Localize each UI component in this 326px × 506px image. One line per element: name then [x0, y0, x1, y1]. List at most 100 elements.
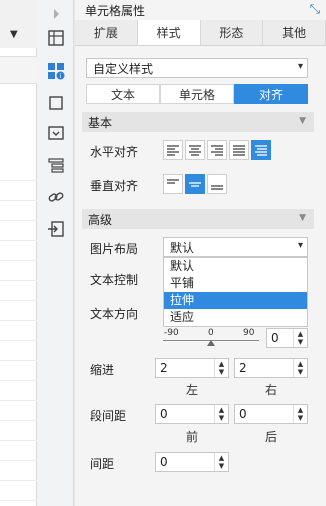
text-direction-label: 文本方向 — [90, 307, 139, 321]
valign-top-button[interactable] — [163, 174, 183, 194]
h-align-label: 水平对齐 — [90, 145, 139, 159]
v-align-buttons — [163, 174, 229, 194]
image-layout-value: 默认 — [170, 240, 195, 255]
stepper-arrows-icon[interactable]: ▲ ▼ — [293, 359, 307, 377]
tab-style[interactable]: 样式 — [137, 20, 201, 45]
property-icon-rail: i — [37, 0, 74, 506]
indent-left-value: 2 — [160, 361, 168, 375]
image-layout-dropdown: 默认 平铺 拉伸 适应 — [163, 257, 308, 327]
align-distributed-button[interactable] — [251, 140, 271, 160]
grid-line — [0, 400, 37, 401]
panel-tabs: 扩展 样式 形态 其他 — [75, 20, 326, 46]
text-control-label: 文本控制 — [90, 273, 139, 287]
chevron-down-icon: ▾ — [297, 240, 303, 251]
grid-line — [0, 180, 37, 181]
grid-line — [0, 460, 37, 461]
dropdown-option[interactable]: 默认 — [164, 258, 307, 275]
collapse-icon: ▼ — [299, 213, 306, 223]
grid-line — [0, 500, 37, 501]
collapse-arrow-icon[interactable] — [45, 3, 67, 25]
grid-line — [0, 260, 37, 261]
rotation-value: 0 — [271, 331, 279, 345]
pin-icon[interactable]: ⤡ — [310, 2, 320, 17]
para-after-caption: 后 — [265, 430, 278, 444]
para-before-stepper[interactable]: 0 ▲ ▼ — [155, 404, 229, 424]
rotation-tick-min: -90 — [164, 328, 179, 338]
spacing-stepper[interactable]: 0 ▲ ▼ — [155, 452, 229, 472]
align-justify-button[interactable] — [229, 140, 249, 160]
align-left-button[interactable] — [163, 140, 183, 160]
grid-line — [0, 340, 37, 341]
grid-line — [0, 380, 37, 381]
grid-line — [0, 240, 37, 241]
stepper-arrows-icon[interactable]: ▲ ▼ — [293, 405, 307, 423]
para-after-value: 0 — [239, 407, 247, 421]
stepper-arrows-icon[interactable]: ▲ ▼ — [293, 329, 307, 347]
subtab-text[interactable]: 文本 — [86, 84, 160, 104]
indent-left-stepper[interactable]: 2 ▲ ▼ — [155, 358, 229, 378]
dropdown-option[interactable]: 平铺 — [164, 275, 307, 292]
chevron-down-icon: ▾ — [297, 61, 303, 72]
style-select[interactable]: 自定义样式 ▾ — [86, 58, 308, 78]
h-align-buttons — [163, 140, 273, 160]
stepper-arrows-icon[interactable]: ▲ ▼ — [214, 405, 228, 423]
image-layout-label: 图片布局 — [90, 242, 139, 256]
dropdown-option[interactable]: 适应 — [164, 309, 307, 326]
spacing-label: 间距 — [90, 457, 115, 471]
para-after-stepper[interactable]: 0 ▲ ▼ — [234, 404, 308, 424]
widget-icon[interactable] — [45, 122, 67, 144]
v-align-label: 垂直对齐 — [90, 179, 139, 193]
subtab-cell[interactable]: 单元格 — [160, 84, 234, 104]
grid-line — [0, 440, 37, 441]
condition-icon[interactable] — [45, 154, 67, 176]
grid-line — [0, 220, 37, 221]
tab-extend[interactable]: 扩展 — [75, 20, 138, 45]
valign-middle-button[interactable] — [185, 174, 205, 194]
tab-form[interactable]: 形态 — [200, 20, 264, 45]
cell-attribute-icon[interactable]: i — [45, 60, 67, 82]
basic-section-title: 基本 — [88, 115, 113, 130]
grid-line — [0, 280, 37, 281]
stepper-arrows-icon[interactable]: ▲ ▼ — [214, 359, 228, 377]
basic-section-header[interactable]: 基本 ▼ — [82, 112, 314, 132]
grid-line — [0, 420, 37, 421]
style-select-value: 自定义样式 — [93, 61, 154, 76]
indent-right-stepper[interactable]: 2 ▲ ▼ — [234, 358, 308, 378]
toolbar-strip — [0, 0, 37, 48]
grid-line — [0, 300, 37, 301]
align-right-button[interactable] — [207, 140, 227, 160]
toolbar-dropdown-icon[interactable]: ▼ — [10, 29, 18, 40]
panel-header: 单元格属性 ⤡ — [75, 0, 326, 20]
cell-element-icon[interactable] — [45, 27, 67, 49]
tab-other[interactable]: 其他 — [263, 20, 326, 45]
rotation-tick-max: 90 — [243, 328, 255, 338]
border-icon[interactable] — [45, 92, 67, 114]
indent-right-caption: 右 — [265, 383, 278, 397]
advanced-section-header[interactable]: 高级 ▼ — [82, 209, 314, 229]
subtab-align[interactable]: 对齐 — [234, 84, 308, 104]
column-ruler — [0, 56, 37, 84]
valign-bottom-button[interactable] — [207, 174, 227, 194]
import-icon[interactable] — [45, 218, 67, 240]
grid-line — [0, 200, 37, 201]
spreadsheet-edge: ▼ — [0, 0, 37, 506]
para-before-caption: 前 — [186, 430, 199, 444]
grid-line — [0, 320, 37, 321]
dropdown-option-highlighted[interactable]: 拉伸 — [164, 292, 307, 309]
image-layout-select[interactable]: 默认 ▾ — [163, 237, 308, 257]
rotation-slider-thumb[interactable] — [207, 340, 215, 346]
advanced-section-title: 高级 — [88, 212, 113, 227]
indent-right-value: 2 — [239, 361, 247, 375]
spacing-value: 0 — [160, 455, 168, 469]
hyperlink-icon[interactable] — [45, 186, 67, 208]
collapse-icon: ▼ — [299, 116, 306, 126]
indent-left-caption: 左 — [186, 383, 199, 397]
indent-label: 缩进 — [90, 363, 115, 377]
stepper-arrows-icon[interactable]: ▲ ▼ — [214, 453, 228, 471]
grid-line — [0, 480, 37, 481]
panel-title: 单元格属性 — [85, 3, 146, 18]
para-spacing-label: 段间距 — [90, 409, 127, 423]
grid-line — [0, 360, 37, 361]
align-center-button[interactable] — [185, 140, 205, 160]
rotation-stepper[interactable]: 0 ▲ ▼ — [266, 328, 308, 348]
